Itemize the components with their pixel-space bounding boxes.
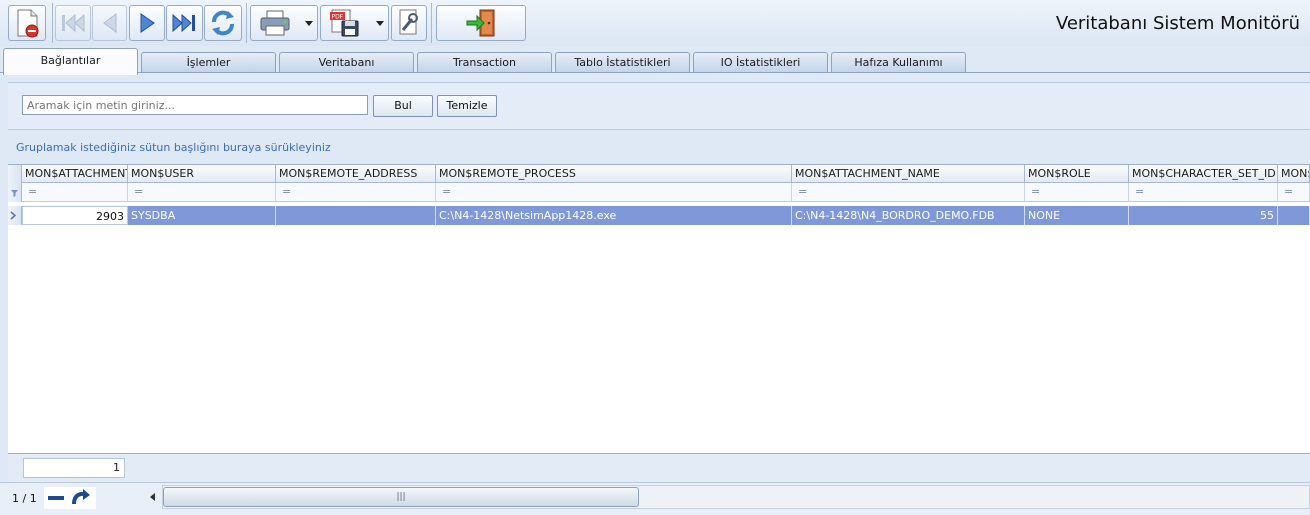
- tab-io-istatistikleri[interactable]: IO İstatistikleri: [693, 52, 828, 72]
- settings-button[interactable]: [391, 5, 427, 41]
- filter-cell[interactable]: =: [1025, 183, 1129, 202]
- svg-text:PDF: PDF: [331, 14, 343, 21]
- scrollbar-thumb[interactable]: |||: [163, 487, 639, 507]
- grid-footer: 1: [8, 453, 1310, 482]
- table-cell-user[interactable]: SYSDBA: [128, 206, 276, 225]
- tab-hafiza-kullanimi[interactable]: Hafıza Kullanımı: [831, 52, 966, 72]
- first-record-button[interactable]: [55, 5, 91, 41]
- tab-tablo-istatistikleri[interactable]: Tablo İstatistikleri: [555, 52, 690, 72]
- nav-buttons: [44, 487, 96, 509]
- tab-baglantilar[interactable]: Bağlantılar: [3, 48, 138, 75]
- scroll-left-arrow-icon[interactable]: [148, 491, 158, 503]
- group-by-panel[interactable]: Gruplamak istediğiniz sütun başlığını bu…: [8, 129, 1310, 165]
- tab-islemler[interactable]: İşlemler: [141, 52, 276, 72]
- horizontal-scrollbar[interactable]: |||: [162, 485, 1310, 509]
- find-button[interactable]: Bul: [373, 95, 433, 117]
- group-by-hint: Gruplamak istediğiniz sütun başlığını bu…: [16, 141, 331, 154]
- filter-funnel-icon: [11, 190, 18, 197]
- filter-row-indicator[interactable]: [8, 183, 22, 202]
- filter-cell[interactable]: =: [1278, 183, 1310, 202]
- first-record-icon: [62, 13, 85, 33]
- previous-record-icon: [102, 13, 116, 33]
- last-record-button[interactable]: [166, 5, 203, 41]
- exit-door-icon: [466, 9, 495, 37]
- tab-veritabani[interactable]: Veritabanı: [279, 52, 414, 72]
- filter-cell[interactable]: =: [1129, 183, 1278, 202]
- filter-cell[interactable]: =: [436, 183, 792, 202]
- next-record-button[interactable]: [129, 5, 165, 41]
- footer-count-cell: 1: [23, 458, 125, 478]
- settings-wrench-icon: [399, 9, 418, 35]
- tab-bar: Bağlantılar İşlemler Veritabanı Transact…: [0, 46, 1310, 75]
- filter-cell[interactable]: =: [128, 183, 276, 202]
- filter-cell[interactable]: =: [276, 183, 436, 202]
- column-header-character-set-id[interactable]: MON$CHARACTER_SET_ID: [1129, 165, 1278, 183]
- toolbar: PDF Veritabanı Sistem Monitörü: [0, 0, 1310, 46]
- exit-button[interactable]: [436, 5, 526, 41]
- filter-cell[interactable]: =: [792, 183, 1025, 202]
- column-header-user[interactable]: MON$USER: [128, 165, 276, 183]
- table-cell-remote-address[interactable]: [276, 206, 436, 225]
- close-document-icon: [17, 9, 39, 38]
- column-header-attachment-id[interactable]: MON$ATTACHMENT_: [22, 165, 128, 183]
- filter-cell[interactable]: =: [22, 183, 128, 202]
- column-header-attachment-name[interactable]: MON$ATTACHMENT_NAME: [792, 165, 1025, 183]
- data-grid: MON$ATTACHMENT_ MON$USER MON$REMOTE_ADDR…: [8, 164, 1310, 454]
- table-cell-attachment-name[interactable]: C:\N4-1428\N4_BORDRO_DEMO.FDB: [792, 206, 1025, 225]
- pdf-export-icon: PDF: [329, 9, 358, 37]
- status-bar: 1 / 1 |||: [0, 482, 1310, 515]
- search-panel: Bul Temizle: [8, 82, 1310, 129]
- column-header-remote-address[interactable]: MON$REMOTE_ADDRESS: [276, 165, 436, 183]
- tab-transaction[interactable]: Transaction: [417, 52, 552, 72]
- refresh-icon: [212, 10, 234, 36]
- column-header-remote-process[interactable]: MON$REMOTE_PROCESS: [436, 165, 792, 183]
- clear-button[interactable]: Temizle: [437, 95, 497, 117]
- previous-record-button[interactable]: [92, 5, 127, 41]
- table-cell-s[interactable]: [1278, 206, 1310, 225]
- print-button[interactable]: [250, 5, 318, 41]
- table-cell-character-set-id[interactable]: 55: [1129, 206, 1278, 225]
- search-input[interactable]: [22, 95, 368, 115]
- close-document-button[interactable]: [8, 5, 46, 41]
- printer-icon: [260, 10, 290, 36]
- current-row-arrow-icon: [10, 211, 17, 220]
- row-indicator[interactable]: [8, 206, 22, 225]
- minus-icon[interactable]: [46, 490, 66, 506]
- grid-corner: [8, 165, 22, 183]
- redo-arrow-icon[interactable]: [70, 488, 92, 508]
- app-title: Veritabanı Sistem Monitörü: [1055, 13, 1300, 34]
- next-record-icon: [140, 13, 155, 33]
- column-header-role[interactable]: MON$ROLE: [1025, 165, 1129, 183]
- refresh-button[interactable]: [204, 5, 242, 41]
- table-cell-attachment-id[interactable]: 2903: [22, 206, 128, 225]
- pdf-export-button[interactable]: PDF: [320, 5, 389, 41]
- column-header-s[interactable]: MON$S: [1278, 165, 1310, 183]
- table-cell-role[interactable]: NONE: [1025, 206, 1129, 225]
- table-cell-remote-process[interactable]: C:\N4-1428\NetsimApp1428.exe: [436, 206, 792, 225]
- page-info: 1 / 1: [12, 492, 37, 505]
- last-record-icon: [172, 13, 195, 33]
